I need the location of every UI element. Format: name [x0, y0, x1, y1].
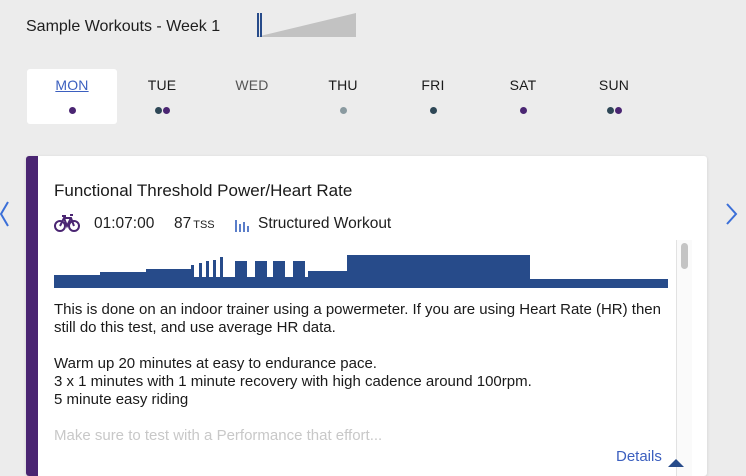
workout-dots	[478, 107, 568, 115]
day-label: FRI	[421, 77, 445, 93]
day-tab-tue[interactable]: TUE	[117, 69, 207, 124]
workout-dot	[614, 107, 622, 114]
description-line: 5 minute easy riding	[54, 391, 189, 408]
workout-dot	[154, 107, 162, 114]
week-progress-indicator	[256, 13, 356, 37]
workout-profile-chart	[54, 255, 668, 288]
sport-color-stripe	[26, 156, 38, 476]
day-label: SAT	[509, 77, 537, 93]
day-tab-fri[interactable]: FRI	[388, 69, 478, 124]
workout-meta: 01:07:00 87 TSS Structured Workout	[54, 214, 454, 234]
workout-type: Structured Workout	[258, 215, 392, 232]
workout-dot	[68, 107, 76, 114]
workout-tss: 87 TSS	[174, 215, 215, 233]
day-label: MON	[55, 77, 89, 93]
description-paragraph: This is done on an indoor trainer using …	[54, 301, 661, 336]
description-line: Warm up 20 minutes at easy to endurance …	[54, 355, 377, 372]
workout-dots	[569, 107, 659, 115]
workout-dots	[388, 107, 478, 115]
description-line: Make sure to test with a Performance tha…	[54, 427, 383, 444]
workout-dot	[429, 107, 437, 114]
day-label: TUE	[147, 77, 177, 93]
workout-content-scroll[interactable]: This is done on an indoor trainer using …	[54, 240, 678, 476]
workout-dot	[339, 107, 347, 114]
week-title: Sample Workouts - Week 1	[26, 18, 221, 35]
workout-duration: 01:07:00	[94, 215, 155, 232]
caret-up-icon[interactable]	[668, 454, 684, 472]
day-label: THU	[328, 77, 358, 93]
tss-value: 87	[174, 215, 192, 232]
day-label: WED	[235, 77, 269, 93]
day-tab-sat[interactable]: SAT	[478, 69, 568, 124]
scrollbar-thumb[interactable]	[681, 243, 688, 269]
details-link[interactable]: Details	[616, 448, 662, 465]
bar-chart-icon	[235, 218, 249, 237]
workout-dot	[519, 107, 527, 114]
workout-description: This is done on an indoor trainer using …	[54, 301, 668, 445]
bike-icon	[54, 214, 80, 237]
workout-title: Functional Threshold Power/Heart Rate	[54, 181, 353, 200]
day-tab-sun[interactable]: SUN	[569, 69, 659, 124]
workout-dot	[606, 107, 614, 114]
chevron-right-icon[interactable]	[724, 200, 738, 233]
day-label: SUN	[598, 77, 630, 93]
scrollbar[interactable]	[676, 240, 692, 476]
chevron-left-icon[interactable]	[0, 200, 10, 233]
description-line: 3 x 1 minutes with 1 minute recovery wit…	[54, 373, 532, 390]
day-tab-mon[interactable]: MON	[27, 69, 117, 124]
workout-dots	[27, 107, 117, 115]
day-tab-thu[interactable]: THU	[298, 69, 388, 124]
tss-unit: TSS	[193, 219, 215, 231]
workout-dots	[298, 107, 388, 115]
workout-card: Functional Threshold Power/Heart Rate 01…	[26, 156, 707, 476]
workout-dot	[162, 107, 170, 114]
day-tab-wed[interactable]: WED	[207, 69, 297, 124]
workout-dots	[117, 107, 207, 115]
